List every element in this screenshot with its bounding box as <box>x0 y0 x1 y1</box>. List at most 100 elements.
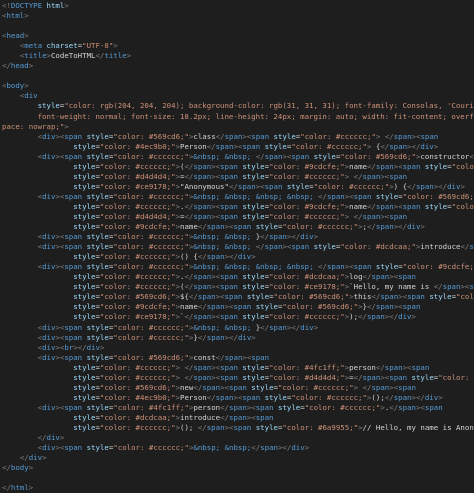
code-token: span <box>220 201 238 211</box>
code-token: style <box>278 402 301 412</box>
code-token: style <box>86 131 109 141</box>
code-token: span <box>220 161 238 171</box>
code-token: class <box>193 131 216 141</box>
code-token: "color: #dcdcaa;" <box>269 272 345 282</box>
code-token: style <box>86 402 109 412</box>
code-token: div <box>24 91 38 101</box>
code-line: <div><br></div> <box>0 343 474 353</box>
code-token: style <box>255 302 278 312</box>
code-token: >< <box>242 352 252 362</box>
code-token: style <box>86 262 109 272</box>
code-token: </ <box>380 141 390 151</box>
code-token: style <box>73 302 96 312</box>
code-token: ></ <box>286 322 301 332</box>
code-token: > <box>24 11 29 21</box>
code-token: "color: #cccccc;" <box>113 242 189 252</box>
code-token: span <box>229 402 247 412</box>
code-token: &nbsp; <box>224 191 252 201</box>
code-line: <!DOCTYPE html> <box>0 1 474 11</box>
code-token: font-weight: normal; font-size: 18.2px; … <box>37 111 474 121</box>
code-token: style <box>251 382 274 392</box>
code-token: div <box>424 392 439 402</box>
code-token: "color: #cccccc;" <box>451 201 474 211</box>
code-token: } <box>251 232 261 242</box>
code-token: > <box>24 81 29 91</box>
code-editor[interactable]: <!DOCTYPE html> <html> <head> <meta charse… <box>0 0 474 492</box>
code-token: style <box>73 382 96 392</box>
code-token: style <box>73 372 96 382</box>
code-token: span <box>424 402 443 412</box>
code-token: div <box>86 342 100 352</box>
code-token: </ <box>389 402 399 412</box>
code-token: "color: #cccccc;" <box>304 402 381 412</box>
code-token: &nbsp; <box>224 262 252 272</box>
code-token: style <box>242 211 265 221</box>
code-token: > <box>438 392 443 402</box>
code-token: div <box>447 181 461 191</box>
code-token: span <box>326 191 345 201</box>
code-line: style="color: #4ec9b0;">Person</span><sp… <box>0 142 474 152</box>
code-line: </html> <box>0 483 474 493</box>
code-token: >< <box>255 181 265 191</box>
code-token: // Hello, my name is Anonymous <box>362 422 474 432</box>
code-token: "color: #569cd6;" <box>113 352 189 362</box>
code-token: "color: #cccccc;" <box>291 141 367 151</box>
code-token: span <box>398 402 416 412</box>
code-token: name <box>180 222 198 232</box>
code-token: name <box>349 201 367 211</box>
code-token: >< <box>211 372 221 382</box>
code-token: >< <box>211 201 221 211</box>
code-token: </ <box>366 302 376 312</box>
code-token: </ <box>2 483 11 493</box>
code-token: Person <box>180 141 207 151</box>
code-token: >< <box>460 282 470 292</box>
code-line: style="color: #569cd6;">new</span><span … <box>0 383 474 393</box>
code-token: >< <box>211 171 221 181</box>
code-token: span <box>389 211 408 221</box>
code-token: span <box>64 443 83 453</box>
code-token: > <box>28 463 34 473</box>
code-token: "color: #cccccc;" <box>113 322 189 332</box>
code-token: span <box>264 151 283 161</box>
code-token: span <box>415 181 434 191</box>
code-token: style <box>73 161 96 171</box>
code-token: >< <box>220 382 229 392</box>
code-token: span <box>353 262 372 272</box>
code-token: span <box>469 242 474 252</box>
code-token: &nbsp; <box>224 242 252 252</box>
code-token: "color: #ce9178;" <box>269 282 345 292</box>
code-token: div <box>398 312 412 322</box>
code-token: div <box>42 352 56 362</box>
code-token: style <box>242 201 265 211</box>
code-token: >< <box>398 292 408 302</box>
code-line: <div><span style="color: #cccccc;">&nbsp… <box>0 192 474 202</box>
code-token: "color: #d4d4d4;" <box>99 211 176 221</box>
code-token: &nbsp; <box>255 262 283 272</box>
code-token: div <box>237 252 252 262</box>
code-token: </ <box>220 412 229 422</box>
code-token: >< <box>282 151 292 161</box>
code-token: span <box>291 151 310 161</box>
code-token: </ <box>220 402 230 412</box>
code-token: ></ <box>407 141 421 151</box>
code-token: >< <box>211 282 221 292</box>
code-token: span <box>224 292 243 302</box>
code-token: style <box>73 272 96 282</box>
code-token: ${ <box>180 292 189 302</box>
code-line: style="color: #ce9178;">`</span><span st… <box>0 312 474 322</box>
code-token: span <box>206 422 225 432</box>
code-token: </ <box>206 392 216 402</box>
code-token: > <box>113 41 118 51</box>
code-token: span <box>64 352 83 362</box>
code-token: span <box>193 372 212 382</box>
code-token: "color: #9cdcfe;" <box>402 262 474 272</box>
code-token: span <box>206 222 225 232</box>
code-line: style="color: #9cdcfe;">name</span><span… <box>0 302 474 312</box>
code-line: font-weight: normal; font-size: 18.2px; … <box>0 112 474 122</box>
code-token: span <box>220 312 238 322</box>
